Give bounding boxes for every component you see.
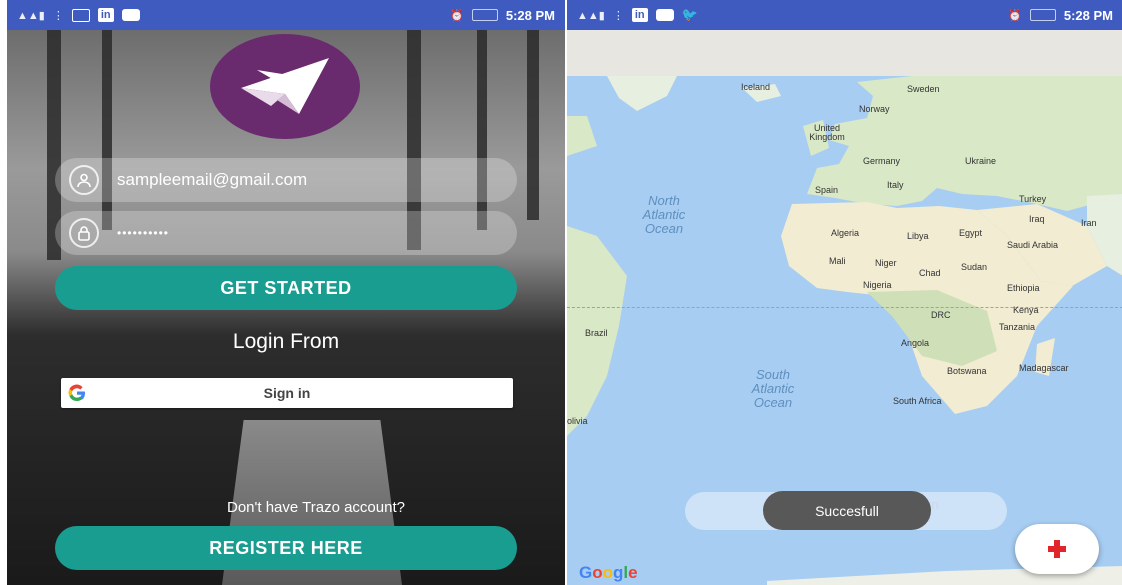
map-label: Germany [863,156,901,166]
map-label: Botswana [947,366,987,376]
trazo-logo [210,34,360,139]
google-logo: Google [579,563,638,582]
map-label: Chad [919,268,941,278]
status-bar: ▲▲▮ ⋮ in ⏰ 5:28 PM [7,0,565,30]
menu-dots-icon: ⋮ [612,9,624,22]
map-label: Nigeria [863,280,892,290]
login-screen: ▲▲▮ ⋮ in ⏰ 5:28 PM GET STARTED [7,0,565,585]
map-label: Iceland [741,82,771,92]
background-tree [527,30,539,220]
map-label: Tanzania [999,322,1036,332]
lock-icon [69,218,99,248]
map-label: DRC [931,310,951,320]
map-label: olivia [567,416,588,426]
google-sign-in-label: Sign in [263,385,311,401]
alarm-icon: ⏰ [450,9,464,22]
paper-plane-icon [241,57,329,114]
ocean-label: North Atlantic Ocean [642,193,686,236]
twitter-icon: 🐦 [681,7,698,22]
user-icon [69,165,99,195]
map-label: South Africa [893,396,942,406]
login-from-heading: Login From [232,330,340,353]
google-sign-in-button[interactable]: Sign in [61,378,513,408]
map-label: Turkey [1019,194,1047,204]
map-label: Saudi Arabia [1007,240,1059,250]
youtube-icon [655,9,674,21]
map-label: Iraq [1029,214,1045,224]
status-time: 5:28 PM [505,7,555,23]
map-label: Norway [859,104,890,114]
map-label: Italy [887,180,904,190]
map-label: Angola [901,338,930,348]
youtube-icon [121,9,140,21]
alarm-icon: ⏰ [1008,9,1022,22]
success-toast: Succesfull [763,491,931,530]
equator-line [567,307,1122,308]
map-label: Spain [815,185,839,195]
status-bar: ▲▲▮ ⋮ in 🐦 ⏰ 5:28 PM [567,0,1122,30]
map-label: Sudan [961,262,988,272]
no-account-text: Don't have Trazo account? [227,499,405,516]
map-label: Sweden [907,84,940,94]
map-label: Ukraine [965,156,997,166]
map-label: Kenya [1013,305,1039,315]
email-input[interactable] [115,169,479,191]
google-g-icon [61,384,93,402]
ocean-label: South Atlantic Ocean [751,367,795,410]
menu-dots-icon: ⋮ [52,9,64,22]
password-field[interactable] [55,211,517,255]
linkedin-icon: in [97,8,114,22]
plus-icon [1048,540,1066,558]
battery-icon [1029,9,1056,21]
battery-icon [471,9,498,21]
map-screen: ▲▲▮ ⋮ in 🐦 ⏰ 5:28 PM Iceland Sweden Norw… [567,0,1122,585]
map-label: United Kingdom [809,123,845,142]
email-field[interactable] [55,158,517,202]
map-label: Iran [1081,218,1097,228]
map-label: Libya [907,231,929,241]
add-location-button[interactable] [1015,524,1099,574]
image-notification-icon [71,8,90,22]
status-time: 5:28 PM [1063,7,1113,23]
map-label: Egypt [959,228,983,238]
password-input[interactable] [115,225,479,241]
map-label: Niger [875,258,897,268]
map-label: Mali [829,256,846,266]
map-label: Ethiopia [1007,283,1040,293]
map-label: Algeria [831,228,860,238]
get-started-button[interactable]: GET STARTED [55,266,517,310]
map-label: Brazil [585,328,608,338]
map-label: Madagascar [1019,363,1069,373]
signal-icon: ▲▲▮ [17,9,45,22]
signal-icon: ▲▲▮ [577,9,605,22]
linkedin-icon: in [631,8,648,22]
register-button[interactable]: REGISTER HERE [55,526,517,570]
